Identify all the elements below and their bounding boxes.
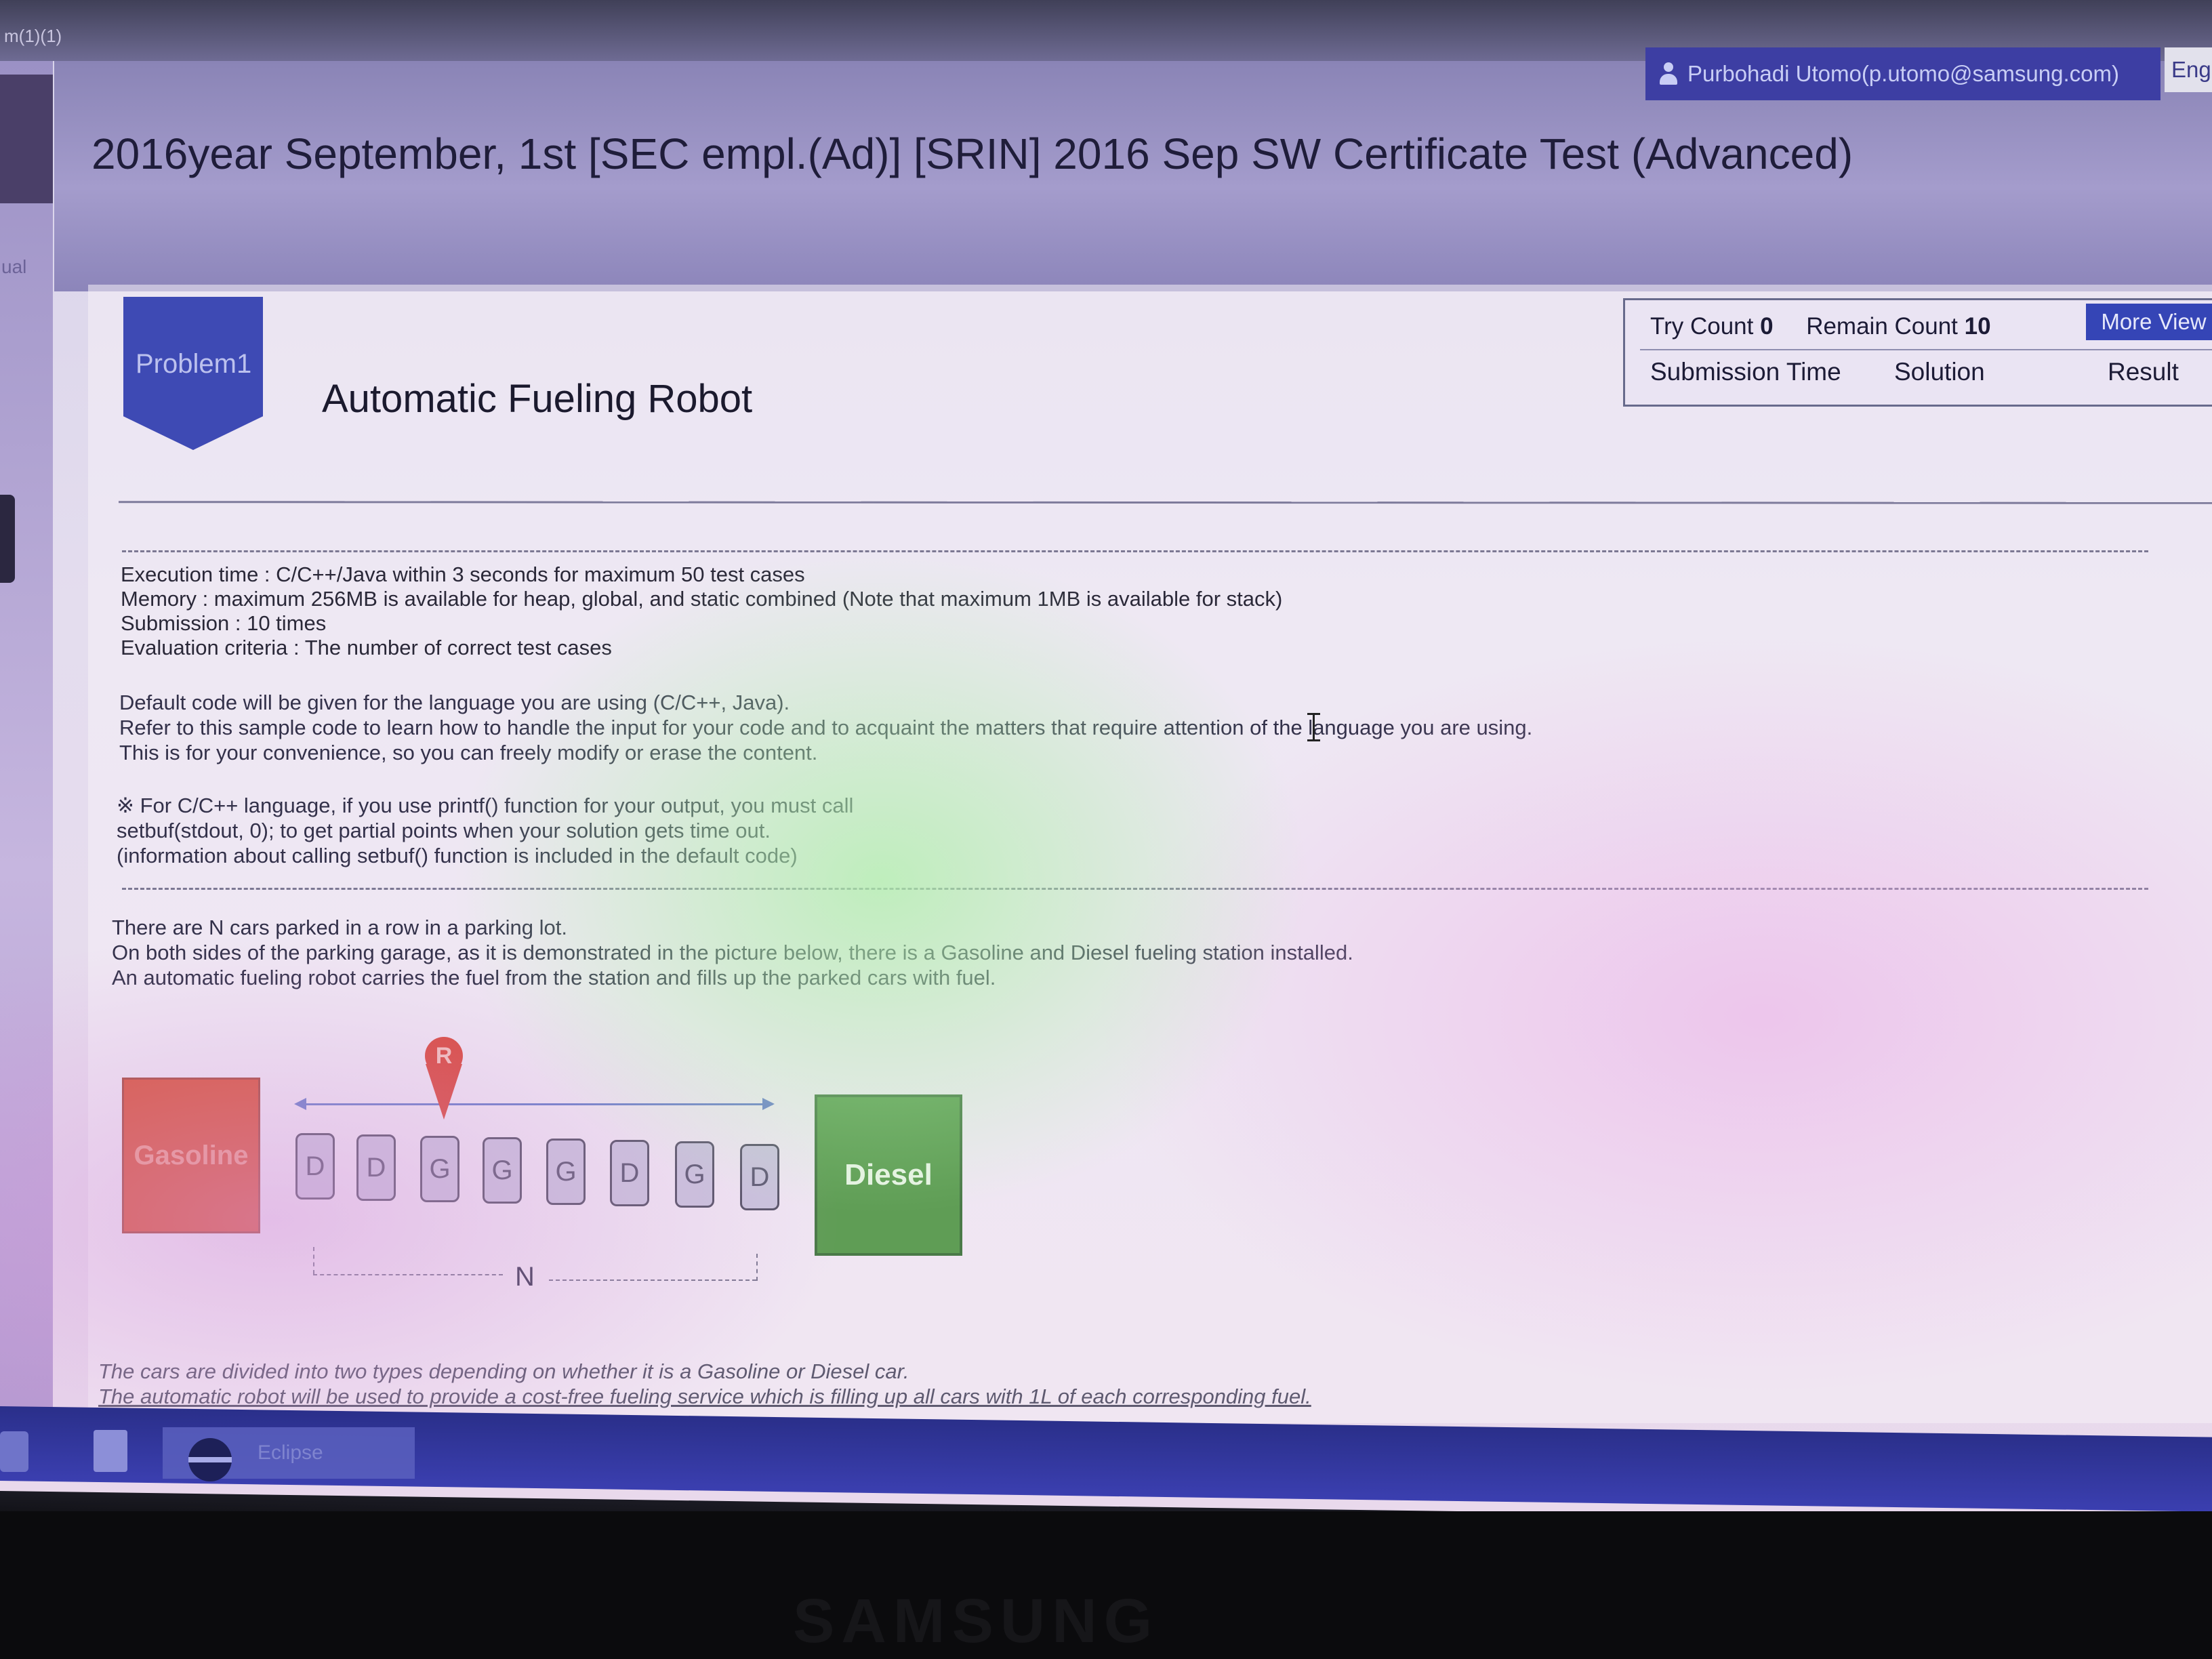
limits-block: Execution time : C/C++/Java within 3 sec… xyxy=(121,562,1282,660)
monitor-screen: m(1)(1) ual Purbohadi Utomo(p.utomo@sams… xyxy=(0,0,2212,1511)
car: D xyxy=(356,1134,396,1201)
dashed-divider-top xyxy=(122,550,2148,552)
car: D xyxy=(610,1140,649,1206)
note-line: This is for your convenience, so you can… xyxy=(119,741,818,764)
car: G xyxy=(483,1137,522,1204)
left-rail-panel xyxy=(0,75,53,203)
limit-value: 10 times xyxy=(247,611,327,635)
limit-value: C/C++/Java within 3 seconds for maximum … xyxy=(276,562,805,586)
submission-counts: Try Count 0 Remain Count 10 xyxy=(1650,313,1991,340)
limit-value: The number of correct test cases xyxy=(304,636,612,659)
start-button-icon[interactable] xyxy=(0,1431,28,1472)
submission-table-header: Submission Time Solution Result xyxy=(1623,354,2212,394)
user-name: Purbohadi Utomo(p.utomo@samsung.com) xyxy=(1687,61,2119,86)
note-line: Default code will be given for the langu… xyxy=(119,691,790,714)
stats-divider xyxy=(1640,349,2212,350)
track-arrow-right-icon xyxy=(762,1098,775,1110)
limit-label: Submission : xyxy=(121,611,247,635)
robot-marker-label: R xyxy=(425,1037,463,1075)
description-line: On both sides of the parking garage, as … xyxy=(112,941,1353,964)
n-bracket-line-left xyxy=(313,1274,503,1275)
limit-value: maximum 256MB is available for heap, glo… xyxy=(213,587,1283,611)
note-line: setbuf(stdout, 0); to get partial points… xyxy=(117,819,771,842)
default-code-notes: Default code will be given for the langu… xyxy=(119,690,1532,765)
robot-track xyxy=(298,1103,773,1105)
taskbar-file-icon[interactable] xyxy=(94,1430,127,1472)
note-line: ※ For C/C++ language, if you use printf(… xyxy=(117,794,854,817)
diesel-station: Diesel xyxy=(815,1094,962,1256)
note-line: (information about calling setbuf() func… xyxy=(117,844,798,867)
car: G xyxy=(546,1139,586,1205)
column-result: Result xyxy=(2108,358,2179,386)
column-solution: Solution xyxy=(1894,358,1985,386)
left-rail-handle[interactable] xyxy=(0,495,15,583)
left-rail-label: ual xyxy=(1,256,27,277)
problem-badge-label: Problem1 xyxy=(136,349,252,379)
description-line: The cars are divided into two types depe… xyxy=(98,1359,909,1383)
track-arrow-left-icon xyxy=(294,1098,306,1110)
problem-title: Automatic Fueling Robot xyxy=(322,377,753,421)
problem-description: There are N cars parked in a row in a pa… xyxy=(112,915,1353,990)
language-selector[interactable]: Eng xyxy=(2165,47,2212,92)
user-icon xyxy=(1659,62,1678,85)
limit-label: Execution time : xyxy=(121,562,276,586)
note-line: Refer to this sample code to learn how t… xyxy=(119,716,1533,739)
column-submission-time: Submission Time xyxy=(1650,358,1841,386)
taskbar-eclipse-label: Eclipse xyxy=(258,1441,323,1464)
car: D xyxy=(295,1133,335,1200)
n-bracket-left xyxy=(313,1247,314,1274)
car: G xyxy=(675,1141,714,1208)
car: D xyxy=(740,1144,779,1210)
limit-label: Memory : xyxy=(121,587,214,611)
try-count-value: 0 xyxy=(1760,313,1774,340)
problem-description-continued: The cars are divided into two types depe… xyxy=(98,1359,1311,1409)
eclipse-icon xyxy=(188,1438,232,1481)
remain-count-label: Remain Count xyxy=(1806,313,1958,340)
cpp-notes: ※ For C/C++ language, if you use printf(… xyxy=(117,793,853,868)
page-title: 2016year September, 1st [SEC empl.(Ad)] … xyxy=(91,129,1853,178)
n-label: N xyxy=(515,1262,535,1292)
monitor-brand-logo: SAMSUNG xyxy=(793,1586,1160,1656)
gasoline-station: Gasoline xyxy=(122,1078,260,1233)
description-line: The automatic robot will be used to prov… xyxy=(98,1385,1311,1408)
remain-count-value: 10 xyxy=(1964,313,1991,340)
description-line: An automatic fueling robot carries the f… xyxy=(112,966,996,989)
top-strip-text: m(1)(1) xyxy=(4,26,62,46)
try-count-label: Try Count xyxy=(1650,313,1754,340)
more-view-button[interactable]: More View xyxy=(2086,304,2212,340)
car: G xyxy=(420,1136,459,1202)
n-bracket-right xyxy=(756,1254,758,1281)
n-bracket-line-right xyxy=(549,1279,756,1281)
limit-label: Evaluation criteria : xyxy=(121,636,305,659)
text-cursor-icon xyxy=(1307,713,1320,741)
dashed-divider-bottom xyxy=(122,888,2148,890)
user-menu[interactable]: Purbohadi Utomo(p.utomo@samsung.com) xyxy=(1645,47,2160,100)
description-line: There are N cars parked in a row in a pa… xyxy=(112,916,567,939)
